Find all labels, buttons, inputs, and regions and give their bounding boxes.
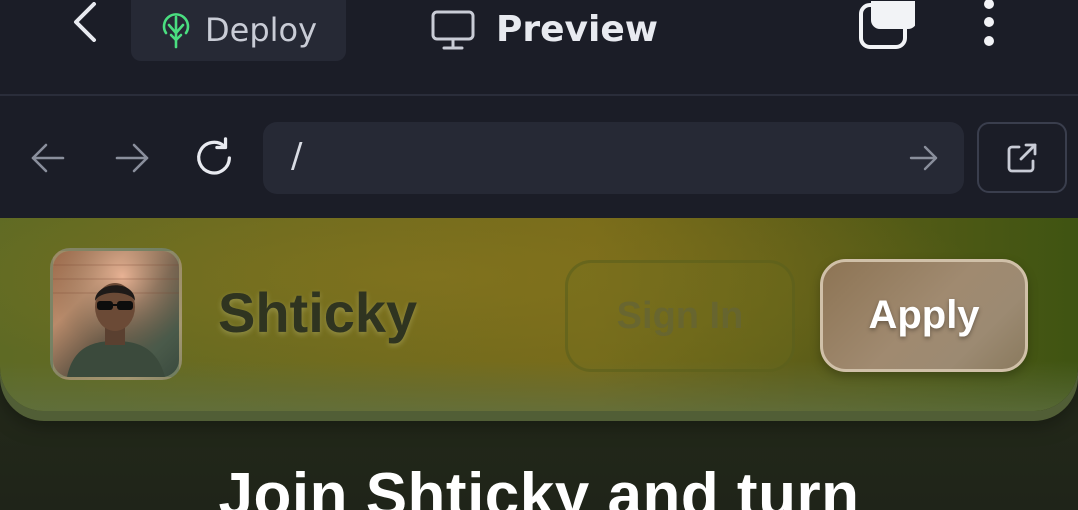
url-go-button[interactable] xyxy=(904,138,944,178)
tab-deploy[interactable]: Deploy xyxy=(131,0,346,61)
hero-title: Join Shticky and turn xyxy=(218,461,860,510)
deploy-tree-icon xyxy=(162,12,190,48)
external-link-icon xyxy=(1007,143,1037,172)
tab-preview[interactable]: Preview xyxy=(430,0,658,61)
copy-button[interactable] xyxy=(848,0,918,52)
app-top-bar: Deploy Preview xyxy=(0,0,1078,96)
more-options-button[interactable] xyxy=(966,0,1012,52)
browser-back-button[interactable] xyxy=(26,136,70,180)
arrow-right-icon xyxy=(115,143,149,173)
browser-nav-bar: / xyxy=(0,98,1078,218)
open-external-button[interactable] xyxy=(977,122,1067,193)
url-text: / xyxy=(291,136,303,176)
url-field[interactable]: / xyxy=(263,122,964,194)
reload-button[interactable] xyxy=(193,136,237,180)
monitor-icon xyxy=(431,10,475,49)
arrow-left-icon xyxy=(31,143,65,173)
avatar[interactable] xyxy=(50,248,182,380)
copy-icon xyxy=(859,1,915,49)
tab-preview-label: Preview xyxy=(496,9,659,50)
back-button[interactable] xyxy=(62,0,108,44)
browser-forward-button[interactable] xyxy=(110,136,154,180)
sign-in-button[interactable]: Sign In xyxy=(565,260,795,372)
arrow-right-icon xyxy=(909,145,938,171)
chevron-left-icon xyxy=(74,2,96,42)
tab-deploy-label: Deploy xyxy=(205,10,318,49)
reload-icon xyxy=(197,137,231,175)
apply-button[interactable]: Apply xyxy=(820,259,1028,372)
more-vertical-icon xyxy=(984,0,994,46)
site-preview: Shticky Sign In Apply Join Shticky and t… xyxy=(0,218,1078,510)
brand-name[interactable]: Shticky xyxy=(218,280,417,345)
avatar-photo xyxy=(53,251,179,377)
